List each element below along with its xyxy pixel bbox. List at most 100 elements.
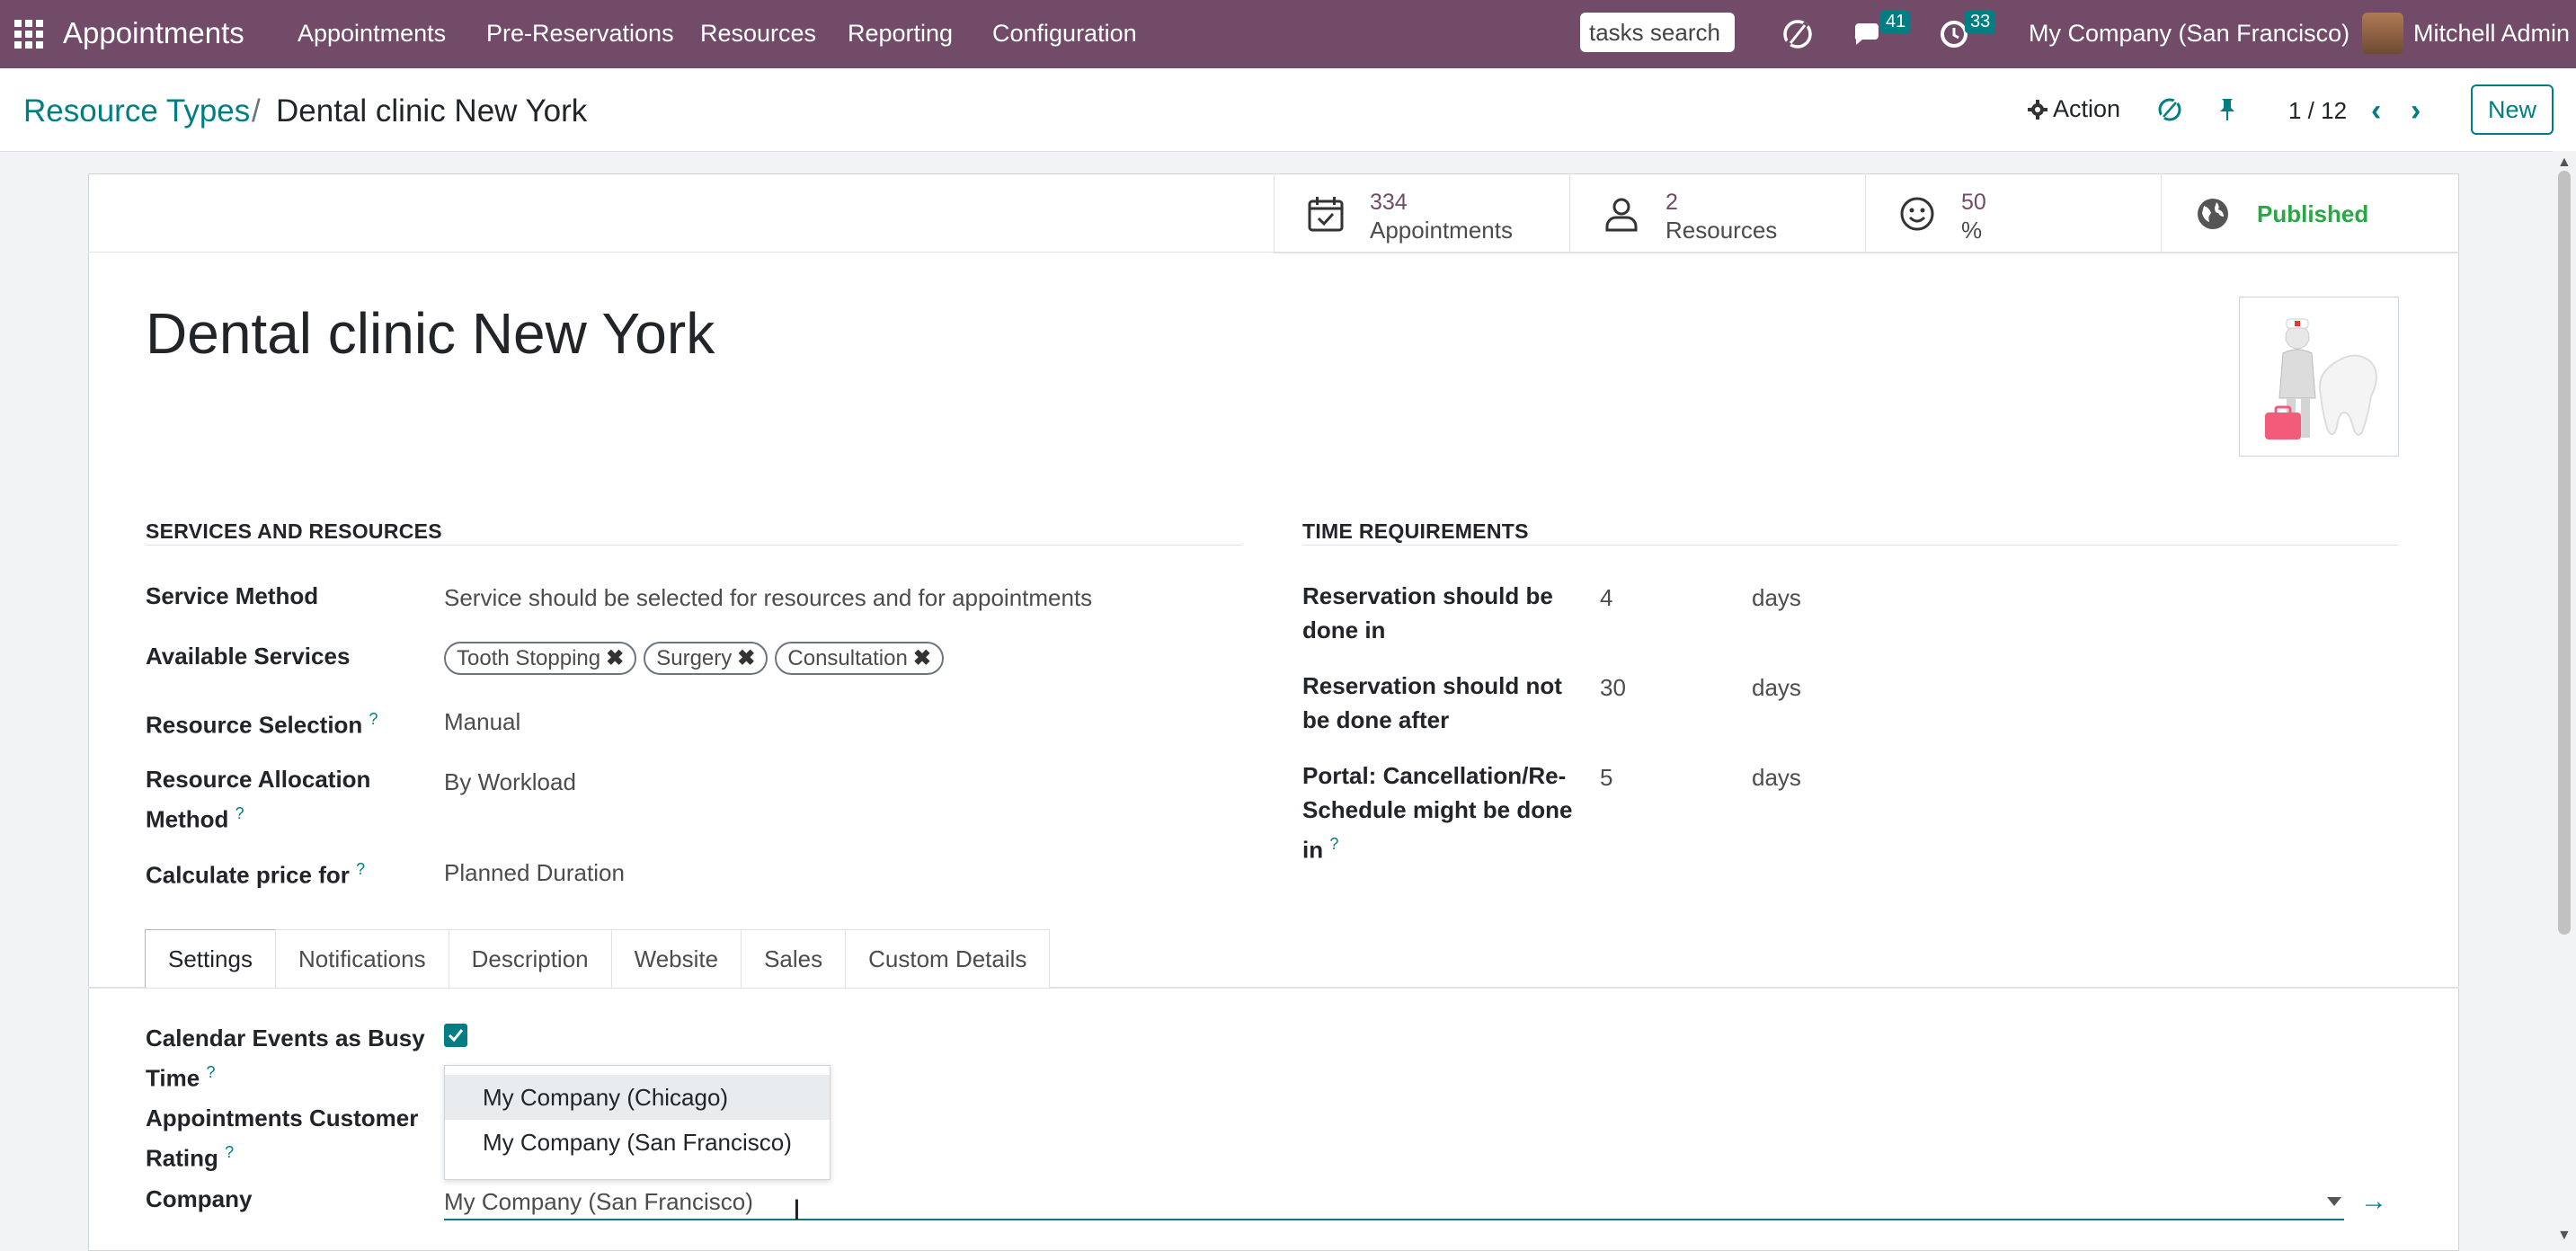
service-tag-label: Consultation — [787, 646, 908, 670]
pager-next-icon[interactable]: › — [2411, 93, 2421, 129]
resources-count: 2 — [1666, 190, 1678, 215]
user-avatar[interactable] — [2362, 13, 2403, 54]
resource-selection-value[interactable]: Manual — [444, 708, 520, 736]
remove-tag-icon[interactable]: ✖ — [737, 646, 755, 670]
smiley-icon — [1900, 197, 1934, 231]
website-published-button[interactable]: Published — [2161, 173, 2456, 253]
menu-appointments[interactable]: Appointments — [298, 20, 446, 48]
rating-label-line2: Rating — [146, 1144, 218, 1172]
breadcrumb-current: Dental clinic New York — [276, 93, 588, 129]
service-method-label: Service Method — [146, 582, 319, 609]
help-icon[interactable]: ? — [356, 860, 365, 878]
calendar-check-icon — [1308, 197, 1344, 232]
remove-tag-icon[interactable]: ✖ — [606, 646, 624, 670]
top-navbar: Appointments Appointments Pre-Reservatio… — [0, 0, 2576, 68]
help-icon[interactable]: ? — [225, 1143, 234, 1161]
row1-label-line1: Reservation should be — [1302, 582, 1553, 609]
calculate-price-value[interactable]: Planned Duration — [444, 859, 625, 887]
rating-label-line1: Appointments Customer — [146, 1105, 419, 1131]
dropdown-option[interactable]: My Company (San Francisco) — [445, 1120, 830, 1165]
tab-sales[interactable]: Sales — [741, 929, 847, 988]
help-icon[interactable]: ? — [206, 1063, 215, 1081]
breadcrumb-separator: / — [252, 93, 261, 129]
company-label: Company — [146, 1185, 253, 1212]
busy-time-checkbox[interactable] — [444, 1024, 467, 1047]
reservation-not-after-label: Reservation should not be done after — [1302, 669, 1562, 737]
help-icon[interactable]: ? — [369, 710, 378, 728]
help-icon[interactable]: ? — [1329, 835, 1338, 853]
chevron-down-icon[interactable] — [2327, 1197, 2341, 1206]
app-brand[interactable]: Appointments — [63, 16, 244, 50]
allocation-label-line2: Method — [146, 805, 229, 833]
allocation-method-value[interactable]: By Workload — [444, 768, 576, 796]
resource-selection-label: Resource Selection ? — [146, 702, 378, 742]
user-menu[interactable]: Mitchell Admin — [2413, 20, 2570, 48]
record-image[interactable] — [2239, 297, 2399, 457]
text-cursor-icon: I — [793, 1193, 801, 1226]
reservation-not-after-unit: days — [1752, 674, 1801, 701]
menu-configuration[interactable]: Configuration — [992, 20, 1137, 48]
company-switcher[interactable]: My Company (San Francisco) — [2029, 20, 2349, 48]
service-tag-label: Tooth Stopping — [457, 646, 601, 670]
refresh-icon[interactable] — [1780, 16, 1816, 52]
appointments-count: 334 — [1370, 190, 1408, 215]
company-field[interactable]: My Company (San Francisco) — [444, 1183, 2344, 1220]
scroll-down-icon[interactable]: ▼ — [2557, 1228, 2572, 1244]
service-method-value[interactable]: Service should be selected for resources… — [444, 584, 1092, 612]
tasks-search-input[interactable] — [1580, 13, 1735, 52]
resources-label: Resources — [1666, 217, 1778, 244]
messages-count-badge: 41 — [1880, 11, 1912, 33]
busy-label-line1: Calendar Events as Busy — [146, 1025, 425, 1051]
busy-time-label: Calendar Events as Busy Time ? — [146, 1021, 425, 1096]
menu-resources[interactable]: Resources — [700, 20, 816, 48]
busy-label-line2: Time — [146, 1064, 200, 1092]
discard-changes-icon[interactable] — [2155, 95, 2184, 124]
available-services-label: Available Services — [146, 643, 351, 670]
tab-settings[interactable]: Settings — [145, 929, 276, 988]
portal-cancellation-label: Portal: Cancellation/Re- Schedule might b… — [1302, 759, 1572, 867]
pager-value[interactable]: 1 / 12 — [2288, 97, 2347, 125]
resources-smart-button[interactable]: 2 Resources — [1569, 173, 1865, 253]
time-section-divider — [1302, 545, 2399, 546]
scroll-up-icon[interactable]: ▲ — [2557, 155, 2572, 171]
allocation-label-line1: Resource Allocation — [146, 766, 371, 793]
row1-label-line2: done in — [1302, 617, 1386, 643]
checkmark-icon — [448, 1029, 464, 1042]
help-icon[interactable]: ? — [235, 804, 244, 822]
new-record-button[interactable]: New — [2471, 84, 2554, 135]
available-services-tags[interactable]: Tooth Stopping ✖ Surgery ✖ Consultation ✖ — [444, 642, 951, 675]
pin-icon[interactable] — [2213, 95, 2242, 124]
gear-icon — [2028, 100, 2047, 120]
portal-cancellation-unit: days — [1752, 764, 1801, 791]
tab-description[interactable]: Description — [448, 929, 612, 988]
dropdown-option[interactable]: My Company (Chicago) — [445, 1075, 830, 1120]
rating-smart-button[interactable]: 50 % — [1865, 173, 2161, 253]
reservation-done-in-value[interactable]: 4 — [1600, 584, 1612, 612]
scrollbar-thumb[interactable] — [2558, 171, 2571, 935]
portal-cancellation-value[interactable]: 5 — [1600, 764, 1612, 792]
internal-link-arrow-icon[interactable]: → — [2360, 1186, 2387, 1217]
row3-label-line1: Portal: Cancellation/Re- — [1302, 762, 1567, 789]
menu-pre-reservations[interactable]: Pre-Reservations — [486, 20, 674, 48]
app-grid-icon[interactable] — [14, 20, 43, 49]
remove-tag-icon[interactable]: ✖ — [913, 646, 931, 670]
calculate-price-label: Calculate price for ? — [146, 852, 365, 892]
dentist-tooth-image — [2265, 318, 2377, 439]
control-panel: Resource Types / Dental clinic New York … — [0, 68, 2576, 152]
pager-previous-icon[interactable]: ‹ — [2371, 93, 2381, 129]
tab-custom-details[interactable]: Custom Details — [845, 929, 1051, 988]
record-title[interactable]: Dental clinic New York — [146, 300, 715, 367]
breadcrumb-resource-types[interactable]: Resource Types — [23, 93, 250, 129]
service-tag: Surgery ✖ — [644, 642, 768, 675]
services-section-title: SERVICES AND RESOURCES — [146, 519, 442, 543]
service-tag-label: Surgery — [656, 646, 733, 670]
appointments-smart-button[interactable]: 334 Appointments — [1274, 173, 1569, 253]
row2-label-line2: be done after — [1302, 706, 1450, 733]
reservation-not-after-value[interactable]: 30 — [1600, 674, 1626, 702]
tab-notifications[interactable]: Notifications — [274, 929, 449, 988]
allocation-method-label: Resource Allocation Method ? — [146, 762, 370, 837]
action-menu-button[interactable]: Action — [2028, 95, 2120, 123]
notebook-tabs: Settings Notifications Description Websi… — [145, 929, 1051, 988]
menu-reporting[interactable]: Reporting — [848, 20, 953, 48]
tab-website[interactable]: Website — [610, 929, 742, 988]
